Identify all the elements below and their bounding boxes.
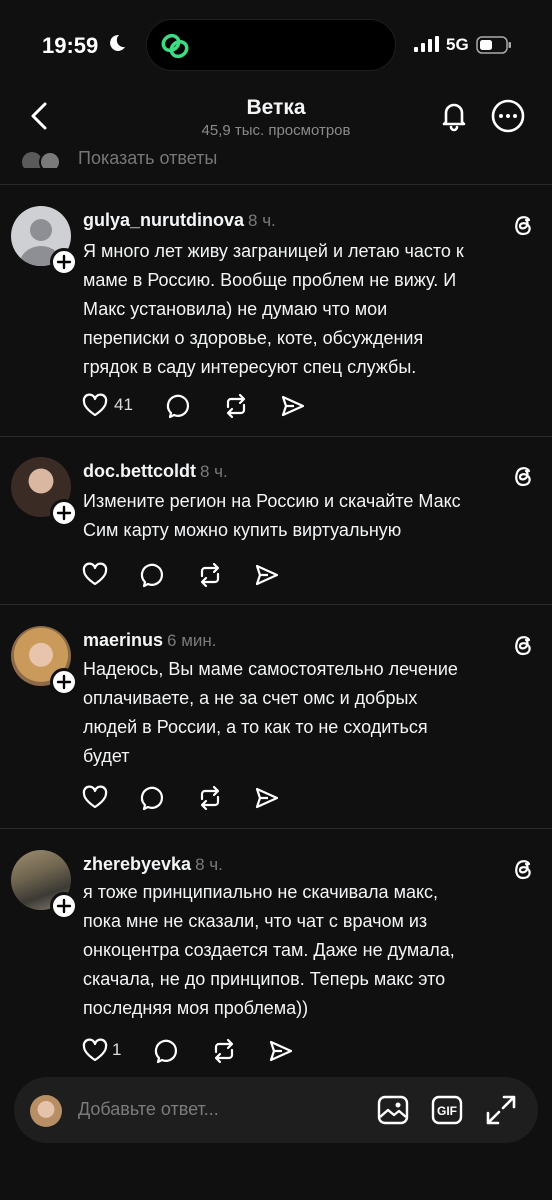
post-actions xyxy=(82,561,342,589)
expand-icon[interactable] xyxy=(484,1093,518,1127)
reply-input[interactable]: Добавьте ответ... xyxy=(78,1099,219,1120)
post-item: zherebyevka 8 ч. я тоже принципиально не … xyxy=(0,850,552,1070)
plus-icon xyxy=(56,674,72,690)
top-nav: Ветка 45,9 тыс. просмотров xyxy=(0,92,552,154)
share-icon[interactable] xyxy=(254,784,280,812)
plus-icon xyxy=(56,505,72,521)
post-line: последняя моя проблема)) xyxy=(83,998,309,1018)
post-line: грядок в саду интересуют спец службы. xyxy=(83,357,417,377)
share-icon[interactable] xyxy=(268,1037,294,1065)
gif-label: GIF xyxy=(437,1104,457,1118)
post-line: оплачиваете, а не за счет омс и добрых xyxy=(83,688,418,708)
reply-composer[interactable]: Добавьте ответ... GIF xyxy=(14,1077,538,1143)
username-text: doc.bettcoldt xyxy=(83,461,196,481)
post-actions: 1 xyxy=(82,1037,342,1065)
post-line: людей в России, а то как то не сходиться xyxy=(83,717,428,737)
post-line: Сим карту можно купить виртуальную xyxy=(83,520,402,540)
username-text: maerinus xyxy=(83,630,164,650)
post-text: Измените регион на Россию и скачайте Мак… xyxy=(83,487,543,545)
post-actions xyxy=(82,784,342,812)
link-icon xyxy=(161,33,189,59)
threads-logo-icon[interactable] xyxy=(510,463,536,489)
post-username[interactable]: doc.bettcoldt 8 ч. xyxy=(83,461,228,482)
network-type: 5G xyxy=(446,35,469,54)
threads-logo-icon[interactable] xyxy=(510,212,536,238)
comment-icon[interactable] xyxy=(166,392,192,420)
post-line: онкоцентра создается там. Даже не думала… xyxy=(83,940,455,960)
like-icon[interactable] xyxy=(82,784,108,812)
image-icon[interactable] xyxy=(376,1093,410,1127)
post-item: gulya_nurutdinova 8 ч. Я много лет живу з… xyxy=(0,206,552,436)
my-avatar xyxy=(30,1095,62,1127)
username-text: zherebyevka xyxy=(83,854,192,874)
divider xyxy=(0,604,552,605)
battery-icon xyxy=(476,36,511,54)
more-options-icon[interactable] xyxy=(490,98,526,134)
repost-icon[interactable] xyxy=(222,392,250,420)
post-line: скачала, не до принципов. Теперь макс эт… xyxy=(83,969,446,989)
status-time: 19:59 xyxy=(42,33,99,58)
like-icon[interactable] xyxy=(82,392,108,420)
post-time: 8 ч. xyxy=(248,211,276,230)
follow-button[interactable] xyxy=(50,248,78,276)
post-text: Я много лет живу заграницей и летаю част… xyxy=(83,237,543,382)
plus-icon xyxy=(56,898,72,914)
post-line: переписки о здоровье, коте, обсуждения xyxy=(83,328,424,348)
post-item: doc.bettcoldt 8 ч. Измените регион на Рос… xyxy=(0,457,552,603)
bell-icon[interactable] xyxy=(436,98,472,134)
post-text: Надеюсь, Вы маме самостоятельно лечение … xyxy=(83,655,543,771)
post-line: Надеюсь, Вы маме самостоятельно лечение xyxy=(83,659,458,679)
post-line: я тоже принципиально не скачивала макс, xyxy=(83,882,439,902)
likes-count: 41 xyxy=(114,395,133,414)
dynamic-island[interactable] xyxy=(146,19,396,71)
post-time: 6 мин. xyxy=(167,631,217,650)
repost-icon[interactable] xyxy=(210,1037,238,1065)
post-line: маме в Россию. Вообще проблем не вижу. И xyxy=(83,270,457,290)
post-text: я тоже принципиально не скачивала макс, … xyxy=(83,878,543,1023)
post-username[interactable]: zherebyevka 8 ч. xyxy=(83,854,223,875)
reply-avatars-icon xyxy=(22,151,61,168)
share-icon[interactable] xyxy=(280,392,306,420)
comment-icon[interactable] xyxy=(140,784,166,812)
post-actions: 41 xyxy=(82,392,342,420)
post-line: Я много лет живу заграницей и летаю част… xyxy=(83,241,464,261)
repost-icon[interactable] xyxy=(196,561,224,589)
post-time: 8 ч. xyxy=(195,855,223,874)
signal-icon xyxy=(414,36,439,52)
divider xyxy=(0,436,552,437)
post-username[interactable]: maerinus 6 мин. xyxy=(83,630,217,651)
repost-icon[interactable] xyxy=(196,784,224,812)
like-icon[interactable] xyxy=(82,561,108,589)
show-replies-label: Показать ответы xyxy=(78,148,218,168)
moon-icon xyxy=(110,34,125,51)
divider xyxy=(0,828,552,829)
post-line: будет xyxy=(83,746,130,766)
status-bar: 19:59 5G xyxy=(0,0,552,92)
show-replies-link[interactable]: Показать ответы xyxy=(20,146,420,168)
username-text: gulya_nurutdinova xyxy=(83,210,245,230)
post-line: пока мне не сказали, что чат с врачом из xyxy=(83,911,428,931)
plus-icon xyxy=(56,254,72,270)
gif-button[interactable]: GIF xyxy=(430,1093,464,1127)
share-icon[interactable] xyxy=(254,561,280,589)
comment-icon[interactable] xyxy=(140,561,166,589)
post-time: 8 ч. xyxy=(200,462,228,481)
divider xyxy=(0,184,552,185)
follow-button[interactable] xyxy=(50,892,78,920)
post-line: Измените регион на Россию и скачайте Мак… xyxy=(83,491,461,511)
follow-button[interactable] xyxy=(50,668,78,696)
follow-button[interactable] xyxy=(50,499,78,527)
post-item: maerinus 6 мин. Надеюсь, Вы маме самостоя… xyxy=(0,626,552,826)
like-icon[interactable] xyxy=(82,1037,108,1065)
post-line: Макс установила) не думаю что мои xyxy=(83,299,388,319)
comment-icon[interactable] xyxy=(154,1037,180,1065)
likes-count: 1 xyxy=(112,1040,122,1059)
post-username[interactable]: gulya_nurutdinova 8 ч. xyxy=(83,210,276,231)
